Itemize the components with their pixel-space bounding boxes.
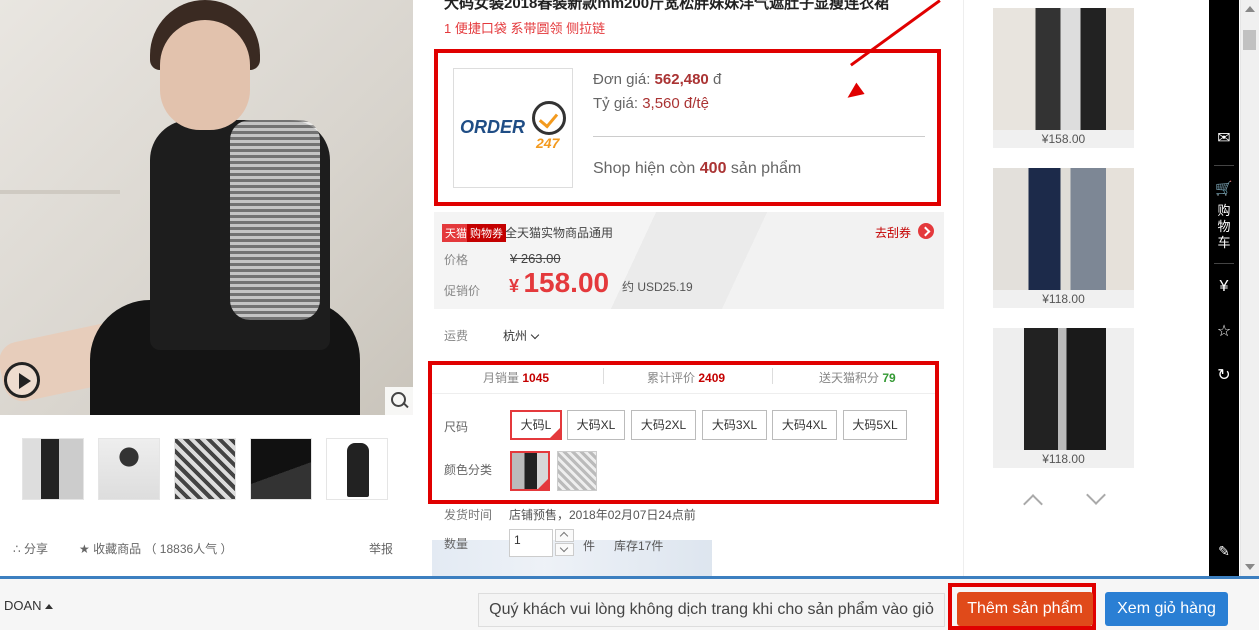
video-play-icon[interactable] (4, 362, 40, 398)
caret-up-icon[interactable] (45, 604, 53, 609)
delivery-label: 发货时间 (444, 508, 493, 522)
logo-text: ORDER (460, 117, 526, 137)
star-icon[interactable]: ☆ (1212, 321, 1236, 341)
cart-icon[interactable]: 🛒 (1212, 180, 1236, 197)
divider (1214, 263, 1234, 264)
translation-warning-note: Quý khách vui lòng không dịch trang khi … (478, 593, 945, 627)
scroll-up-arrow[interactable] (1245, 6, 1255, 12)
product-title: 大码女装2018春装新款mm200斤宽松胖妹妹洋气遮肚子显瘦连衣裙 (444, 0, 890, 12)
promo-price: ¥ 158.00 (509, 267, 610, 298)
share-icon: ∴ (13, 542, 21, 556)
clock-check-icon (532, 101, 566, 135)
review-count[interactable]: 累计评价 2409 (647, 369, 725, 386)
monthly-sales: 月销量 1045 (483, 371, 550, 385)
product-thumbnail[interactable] (22, 438, 84, 500)
related-product-price: ¥118.00 (993, 450, 1134, 468)
logo-number: 247 (536, 135, 560, 151)
size-option[interactable]: 大码L (510, 410, 562, 440)
quantity-input[interactable]: 1 (509, 529, 553, 557)
divider (772, 368, 773, 384)
price-label: 价格 (444, 253, 469, 267)
quantity-increase-button[interactable] (555, 529, 574, 542)
exchange-rate-value: 3,560 đ/tệ (642, 95, 709, 112)
mail-icon[interactable]: ✉ (1212, 128, 1236, 148)
size-option[interactable]: 大码3XL (702, 410, 767, 440)
selected-check-icon (538, 479, 548, 489)
favorite-button[interactable]: ★ 收藏商品 （ 18836人气 ） (79, 540, 233, 557)
quantity-decrease-button[interactable] (555, 543, 574, 556)
usd-price: 约 USD25.19 (622, 280, 693, 294)
quantity-label: 数量 (444, 537, 469, 551)
product-thumbnail[interactable] (98, 438, 160, 500)
edit-icon[interactable]: ✎ (1212, 543, 1236, 560)
color-swatch[interactable] (557, 451, 597, 491)
tmall-points: 送天猫积分 79 (819, 371, 896, 385)
add-product-button[interactable]: Thêm sản phẩm (957, 592, 1093, 626)
exchange-rate-row: Tỷ giá: 3,560 đ/tệ (593, 95, 709, 112)
model-face (160, 20, 250, 130)
related-product-image (993, 328, 1134, 450)
size-label: 尺码 (444, 420, 469, 434)
stock-row: Shop hiện còn 400 sản phẩm (593, 160, 802, 177)
star-icon: ★ (79, 542, 90, 556)
report-link[interactable]: 举报 (369, 540, 393, 557)
shipping-location-select[interactable]: 杭州 (503, 327, 540, 344)
product-thumbnail[interactable] (326, 438, 388, 500)
delivery-time: 店铺预售，2018年02月07日24点前 (509, 508, 696, 522)
product-subtitle: 1 便捷口袋 系带圆领 侧拉链 (444, 21, 606, 36)
stock-count: 400 (699, 160, 727, 177)
quantity-unit: 件 (583, 539, 596, 553)
size-option[interactable]: 大码XL (567, 410, 625, 440)
scroll-down-arrow[interactable] (1245, 564, 1255, 570)
color-label: 颜色分类 (444, 463, 493, 477)
shipping-label: 运费 (444, 329, 469, 343)
order247-logo: ORDER 247 (453, 68, 573, 188)
cart-label[interactable]: 购 物 车 (1212, 203, 1236, 251)
divider (593, 136, 925, 137)
column-divider (963, 0, 964, 576)
product-thumbnail[interactable] (250, 438, 312, 500)
scratch-coupon-link[interactable]: 去刮券 (875, 224, 911, 241)
promo-price-label: 促销价 (444, 284, 481, 298)
divider (432, 393, 935, 394)
stock-remaining: 库存17件 (614, 539, 664, 553)
color-swatch[interactable] (510, 451, 550, 491)
unit-price-row: Đơn giá: 562,480 đ (593, 71, 722, 88)
related-product-price: ¥118.00 (993, 290, 1134, 308)
product-thumbnail[interactable] (174, 438, 236, 500)
divider (603, 368, 604, 384)
model-plaid-sleeve (230, 120, 320, 320)
size-option[interactable]: 大码5XL (843, 410, 907, 440)
chevron-up-icon[interactable] (1023, 494, 1043, 514)
scrollbar-thumb[interactable] (1243, 30, 1256, 50)
share-button[interactable]: ∴ 分享 (13, 540, 48, 557)
view-cart-button[interactable]: Xem giỏ hàng (1105, 592, 1228, 626)
related-product-card[interactable]: ¥118.00 (993, 168, 1134, 308)
product-main-image[interactable] (0, 0, 413, 415)
tmall-tag: 天猫 (442, 224, 470, 242)
unit-price-value: 562,480 (654, 71, 709, 88)
vertical-scrollbar[interactable] (1240, 0, 1259, 576)
background-wall (0, 190, 120, 194)
history-icon[interactable]: ↻ (1212, 365, 1236, 385)
size-option[interactable]: 大码2XL (631, 410, 696, 440)
chevron-down-icon[interactable] (1086, 485, 1106, 505)
user-menu[interactable]: DOAN (4, 598, 42, 613)
chevron-down-icon (531, 330, 540, 340)
related-product-price: ¥158.00 (993, 130, 1134, 148)
shopping-coupon-tag: 购物券 (467, 224, 506, 242)
selected-check-icon (550, 428, 560, 438)
divider (1214, 165, 1234, 166)
coupon-description: 全天猫实物商品通用 (505, 226, 614, 240)
yen-icon[interactable]: ¥ (1212, 278, 1236, 296)
original-price: ¥ 263.00 (510, 251, 561, 266)
related-product-image (993, 8, 1134, 130)
related-product-image (993, 168, 1134, 290)
size-option[interactable]: 大码4XL (772, 410, 837, 440)
related-product-card[interactable]: ¥118.00 (993, 328, 1134, 468)
related-product-card[interactable]: ¥158.00 (993, 8, 1134, 148)
zoom-magnifier-icon[interactable] (385, 387, 413, 415)
chevron-right-icon[interactable] (918, 223, 934, 239)
